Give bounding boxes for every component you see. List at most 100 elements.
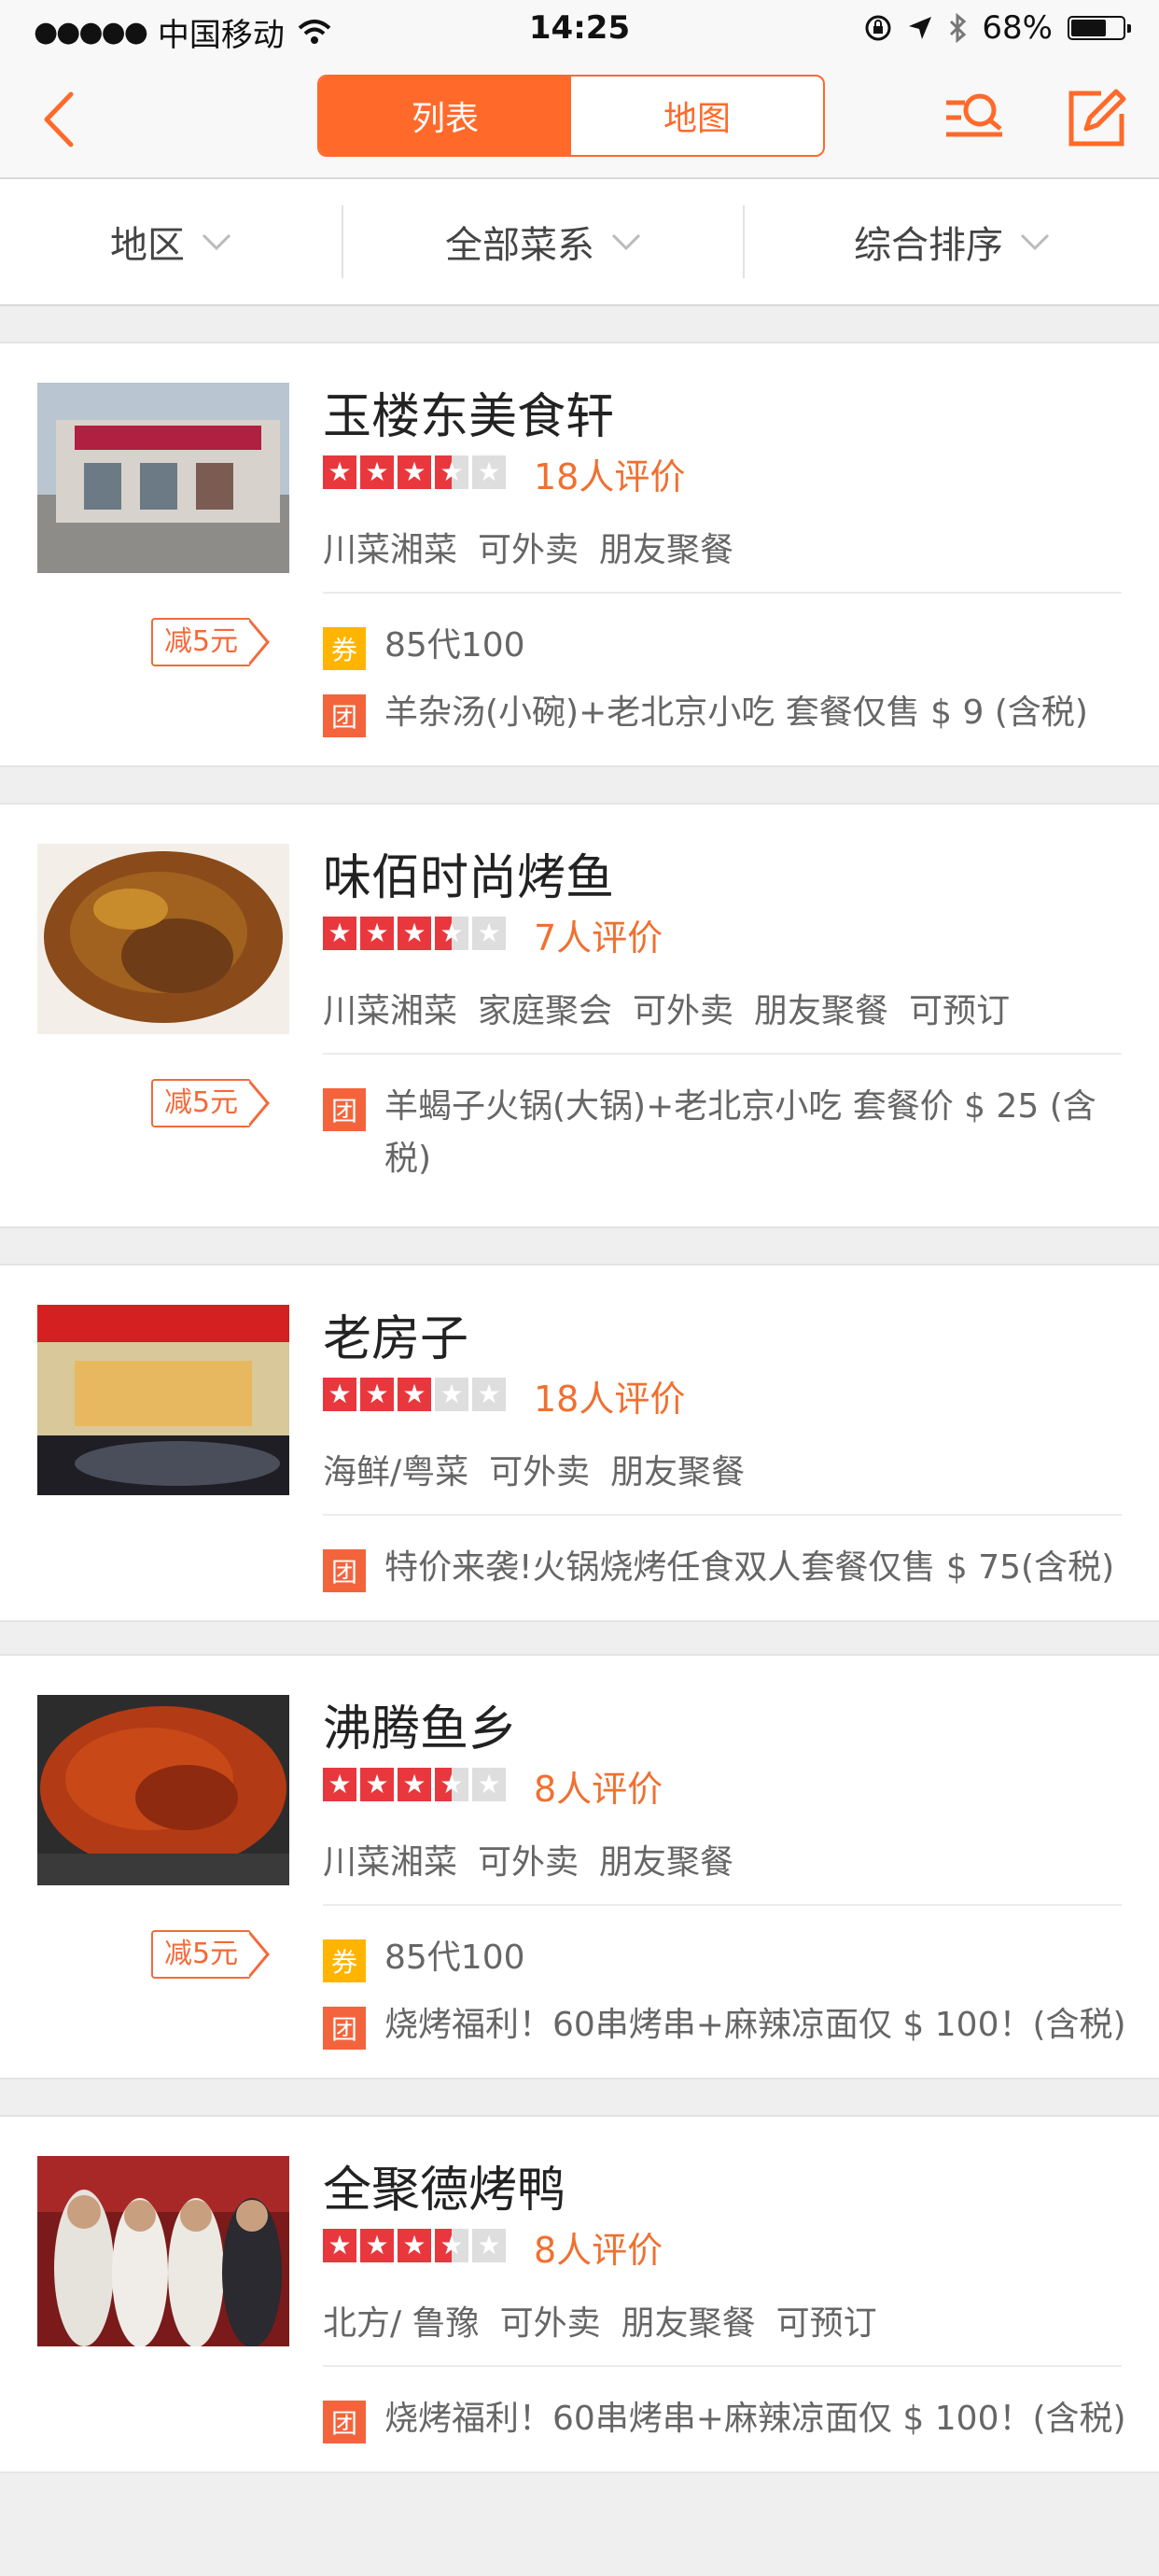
filter-cuisine[interactable]: 全部菜系 [343, 179, 743, 304]
battery-percent: 68% [982, 9, 1053, 47]
bluetooth-icon [950, 13, 967, 43]
coupon-offer[interactable]: 券 85代100 [323, 625, 1122, 672]
chevron-down-icon [611, 233, 641, 250]
restaurant-name: 全聚德烤鸭 [323, 2163, 566, 2219]
rating-stars: ★ ★ ★ ★ ★ [323, 455, 506, 489]
star-icon: ★ [435, 1768, 468, 1801]
filter-sort[interactable]: 综合排序 [745, 179, 1159, 304]
star-icon: ★ [360, 917, 394, 950]
star-icon: ★ [398, 1768, 431, 1801]
tag: 川菜湘菜 [323, 992, 458, 1030]
tab-list[interactable]: 列表 [319, 77, 571, 155]
tag: 可外卖 [489, 1453, 591, 1491]
review-count[interactable]: 8人评价 [534, 2221, 663, 2273]
tag: 朋友聚餐 [599, 531, 734, 569]
coupon-badge: 券 [323, 1939, 366, 1982]
filter-bar: 地区 全部菜系 综合排序 [0, 179, 1159, 306]
tag-list: 北方/ 鲁豫 可外卖 朋友聚餐 可预订 [323, 2296, 877, 2345]
star-icon: ★ [323, 917, 356, 950]
discount-tip [247, 1079, 271, 1127]
coupon-text: 85代100 [384, 1939, 525, 1977]
filter-sort-label: 综合排序 [854, 224, 1003, 267]
filter-region[interactable]: 地区 [0, 179, 342, 304]
star-icon: ★ [360, 2229, 394, 2262]
discount-tip [247, 618, 271, 666]
restaurant-name: 玉楼东美食轩 [323, 389, 615, 445]
tag: 朋友聚餐 [610, 1453, 746, 1491]
star-icon: ★ [435, 455, 468, 489]
tag-list: 海鲜/粤菜 可外卖 朋友聚餐 [323, 1445, 745, 1493]
star-icon: ★ [323, 1768, 356, 1801]
star-icon: ★ [398, 1378, 431, 1411]
nav-bar: 列表 地图 [0, 58, 1159, 179]
group-offer[interactable]: 团 特价来袭!火锅烧烤任食双人套餐仅售 $ 75(含税) [323, 1547, 1150, 1594]
group-badge: 团 [323, 2401, 366, 2443]
group-offer[interactable]: 团 烧烤福利！60串烤串+麻辣凉面仅 $ 100！(含税) [323, 2399, 1150, 2445]
rotation-lock-icon [865, 15, 891, 41]
discount-label: 减5元 [151, 1079, 250, 1127]
restaurant-name: 味佰时尚烤鱼 [323, 850, 615, 906]
star-icon: ★ [472, 917, 506, 950]
restaurant-card[interactable]: 味佰时尚烤鱼 ★ ★ ★ ★ ★ 7人评价 川菜湘菜 家庭聚会 可外卖 朋友聚餐 可预订… [0, 803, 1159, 1228]
discount-tip [247, 1930, 271, 1979]
group-text: 烧烤福利！60串烤串+麻辣凉面仅 $ 100！(含税) [384, 2400, 1126, 2438]
restaurant-card[interactable]: 玉楼东美食轩 ★ ★ ★ ★ ★ 18人评价 川菜湘菜 可外卖 朋友聚餐 减5元 券 8… [0, 342, 1159, 767]
review-count[interactable]: 18人评价 [534, 1370, 685, 1421]
restaurant-name: 沸腾鱼乡 [323, 1701, 518, 1757]
restaurant-photo [37, 1305, 289, 1495]
group-offer[interactable]: 团 羊蝎子火锅(大锅)+老北京小吃 套餐价 $ 25 (含税) [323, 1086, 1122, 1185]
star-icon: ★ [398, 455, 431, 489]
restaurant-card[interactable]: 全聚德烤鸭 ★ ★ ★ ★ ★ 8人评价 北方/ 鲁豫 可外卖 朋友聚餐 可预订 团 烧… [0, 2115, 1159, 2473]
star-icon: ★ [435, 2229, 468, 2262]
review-count[interactable]: 18人评价 [534, 448, 685, 499]
restaurant-card[interactable]: 沸腾鱼乡 ★ ★ ★ ★ ★ 8人评价 川菜湘菜 可外卖 朋友聚餐 减5元 券 85代1… [0, 1654, 1159, 2079]
group-offer[interactable]: 团 羊杂汤(小碗)+老北京小吃 套餐仅售 $ 9 (含税) [323, 693, 1122, 739]
divider [323, 2365, 1122, 2367]
restaurant-card[interactable]: 老房子 ★ ★ ★ ★ ★ 18人评价 海鲜/粤菜 可外卖 朋友聚餐 团 特价来袭!火锅… [0, 1264, 1159, 1622]
tag-list: 川菜湘菜 可外卖 朋友聚餐 [323, 523, 733, 571]
discount-label: 减5元 [151, 618, 250, 666]
filter-cuisine-label: 全部菜系 [445, 224, 594, 267]
search-list-icon[interactable] [943, 86, 1008, 151]
tag: 朋友聚餐 [599, 1843, 734, 1882]
review-count[interactable]: 8人评价 [534, 1760, 663, 1812]
restaurant-photo [37, 2156, 289, 2346]
battery-fill [1071, 20, 1106, 36]
star-icon: ★ [398, 917, 431, 950]
tag: 家庭聚会 [478, 992, 613, 1030]
star-icon: ★ [360, 1768, 394, 1801]
restaurant-name: 老房子 [323, 1311, 469, 1367]
discount-tag: 减5元 [151, 618, 271, 666]
star-icon: ★ [323, 2229, 356, 2262]
tag: 北方/ 鲁豫 [323, 2304, 480, 2343]
rating-stars: ★ ★ ★ ★ ★ [323, 1378, 506, 1411]
edit-icon[interactable] [1064, 86, 1129, 151]
review-count[interactable]: 7人评价 [534, 909, 663, 960]
star-icon: ★ [323, 455, 356, 489]
location-arrow-icon [909, 17, 932, 39]
back-icon[interactable] [37, 91, 84, 148]
tag: 可外卖 [499, 2304, 601, 2343]
rating-stars: ★ ★ ★ ★ ★ [323, 2229, 506, 2262]
star-icon: ★ [472, 455, 506, 489]
discount-label: 减5元 [151, 1930, 250, 1979]
coupon-badge: 券 [323, 627, 366, 670]
chevron-down-icon [202, 233, 231, 250]
chevron-down-icon [1020, 233, 1050, 250]
star-icon: ★ [472, 1378, 506, 1411]
divider [323, 1904, 1122, 1906]
star-icon: ★ [472, 1768, 506, 1801]
group-text: 烧烤福利！60串烤串+麻辣凉面仅 $ 100！(含税) [384, 2006, 1126, 2044]
tag: 川菜湘菜 [323, 1843, 458, 1882]
tag: 可预订 [909, 992, 1011, 1030]
filter-region-label: 地区 [110, 224, 185, 267]
tag: 可外卖 [633, 992, 734, 1030]
group-offer[interactable]: 团 烧烤福利！60串烤串+麻辣凉面仅 $ 100！(含税) [323, 2005, 1150, 2051]
tab-map[interactable]: 地图 [571, 77, 823, 155]
divider [323, 1514, 1122, 1516]
star-icon: ★ [435, 1378, 468, 1411]
coupon-offer[interactable]: 券 85代100 [323, 1938, 1122, 1984]
view-toggle: 列表 地图 [317, 75, 825, 157]
tag: 朋友聚餐 [754, 992, 889, 1030]
tag: 可预订 [775, 2304, 877, 2343]
